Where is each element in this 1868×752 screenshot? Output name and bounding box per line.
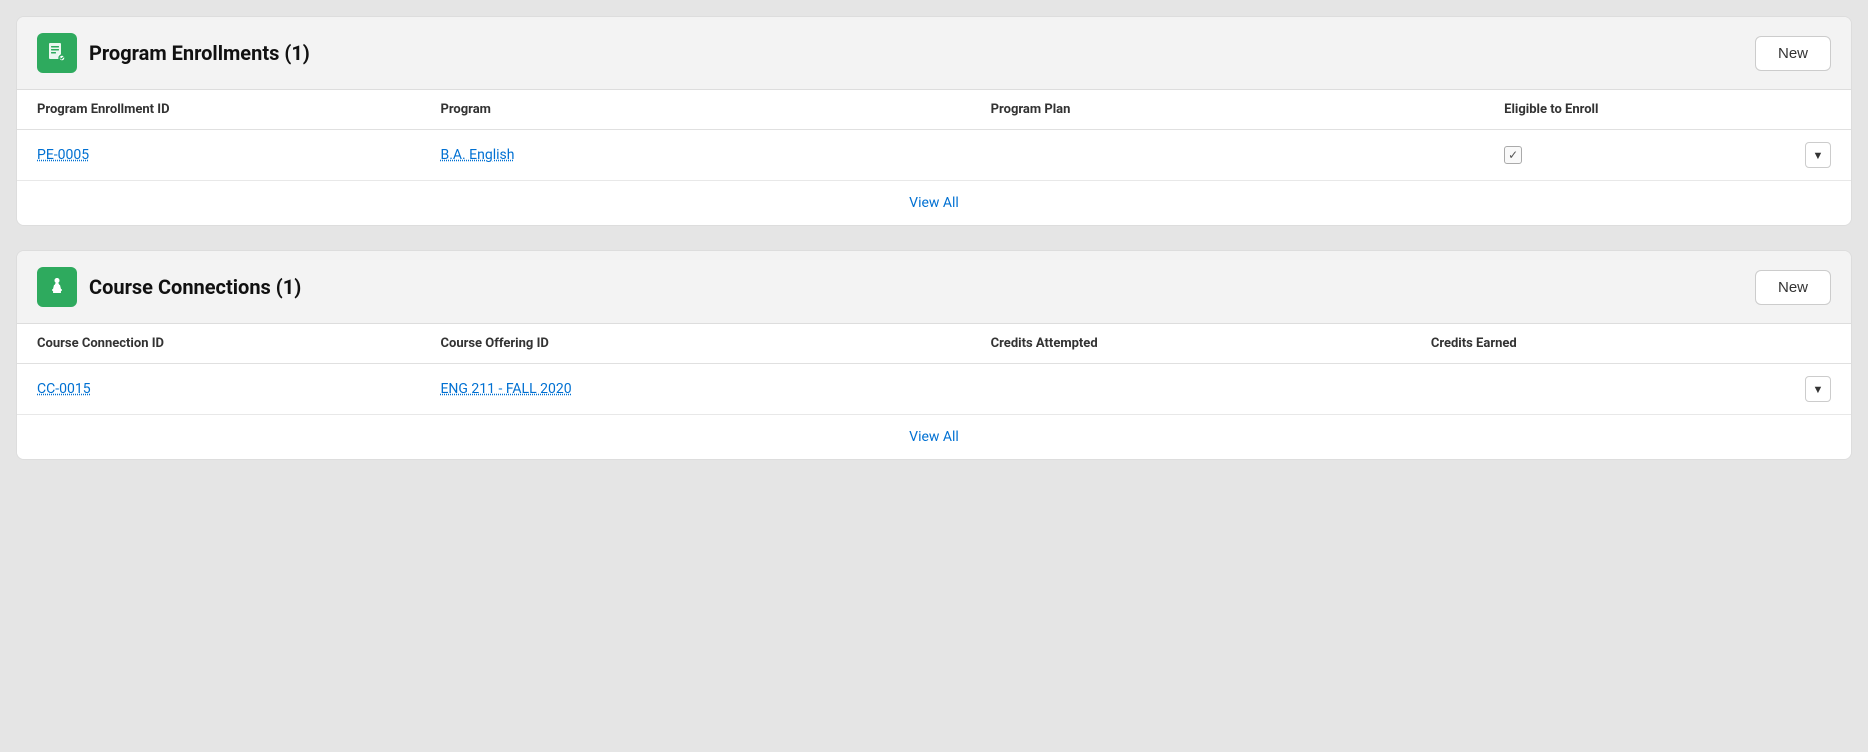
enrollment-id-cell: PE-0005 [17, 130, 420, 181]
course-connections-title: Course Connections (1) [89, 275, 301, 299]
col-header-credits-attempted: Credits Attempted [971, 324, 1411, 364]
course-connections-view-all-link[interactable]: View All [909, 429, 959, 445]
enrollment-id-link[interactable]: PE-0005 [37, 147, 89, 163]
col-header-credits-earned: Credits Earned [1411, 324, 1851, 364]
program-enrollments-table-container: Program Enrollment ID Program Program Pl… [17, 89, 1851, 225]
col-header-enrollment-id: Program Enrollment ID [17, 90, 420, 130]
program-enrollments-view-all-link[interactable]: View All [909, 195, 959, 211]
program-enrollments-icon [37, 33, 77, 73]
col-header-program-plan: Program Plan [971, 90, 1485, 130]
course-connections-header: Course Connections (1) New [17, 251, 1851, 323]
course-connections-table: Course Connection ID Course Offering ID … [17, 324, 1851, 459]
table-row: CC-0015 ENG 211 - FALL 2020 ▼ [17, 364, 1851, 415]
course-connections-header-left: Course Connections (1) [37, 267, 301, 307]
table-row: PE-0005 B.A. English ✓ ▼ [17, 130, 1851, 181]
program-enrollments-title: Program Enrollments (1) [89, 41, 310, 65]
program-enrollments-card: Program Enrollments (1) New Program Enro… [16, 16, 1852, 226]
program-enrollments-header-left: Program Enrollments (1) [37, 33, 310, 73]
eligible-dropdown-btn[interactable]: ▼ [1805, 142, 1831, 168]
connection-id-link[interactable]: CC-0015 [37, 381, 91, 397]
course-connections-icon [37, 267, 77, 307]
program-enrollments-header: Program Enrollments (1) New [17, 17, 1851, 89]
program-enrollments-header-row: Program Enrollment ID Program Program Pl… [17, 90, 1851, 130]
col-header-program: Program [420, 90, 970, 130]
course-connections-card: Course Connections (1) New Course Connec… [16, 250, 1852, 460]
view-all-row: View All [17, 181, 1851, 226]
connection-id-cell: CC-0015 [17, 364, 420, 415]
offering-id-cell: ENG 211 - FALL 2020 [420, 364, 970, 415]
eligible-checkbox[interactable]: ✓ [1504, 146, 1522, 164]
col-header-connection-id: Course Connection ID [17, 324, 420, 364]
program-link[interactable]: B.A. English [440, 147, 514, 163]
course-connections-new-button[interactable]: New [1755, 270, 1831, 305]
view-all-cell: View All [17, 181, 1851, 226]
program-enrollments-new-button[interactable]: New [1755, 36, 1831, 71]
col-header-offering-id: Course Offering ID [420, 324, 970, 364]
offering-id-link[interactable]: ENG 211 - FALL 2020 [440, 381, 571, 397]
credits-attempted-cell [971, 364, 1411, 415]
course-connections-header-row: Course Connection ID Course Offering ID … [17, 324, 1851, 364]
course-view-all-cell: View All [17, 415, 1851, 460]
program-enrollments-table: Program Enrollment ID Program Program Pl… [17, 90, 1851, 225]
course-connection-dropdown-btn[interactable]: ▼ [1805, 376, 1831, 402]
eligible-cell: ✓ ▼ [1484, 130, 1851, 181]
col-header-eligible: Eligible to Enroll [1484, 90, 1851, 130]
course-connections-table-container: Course Connection ID Course Offering ID … [17, 323, 1851, 459]
program-cell: B.A. English [420, 130, 970, 181]
plan-cell [971, 130, 1485, 181]
credits-earned-cell: ▼ [1411, 364, 1851, 415]
course-view-all-row: View All [17, 415, 1851, 460]
